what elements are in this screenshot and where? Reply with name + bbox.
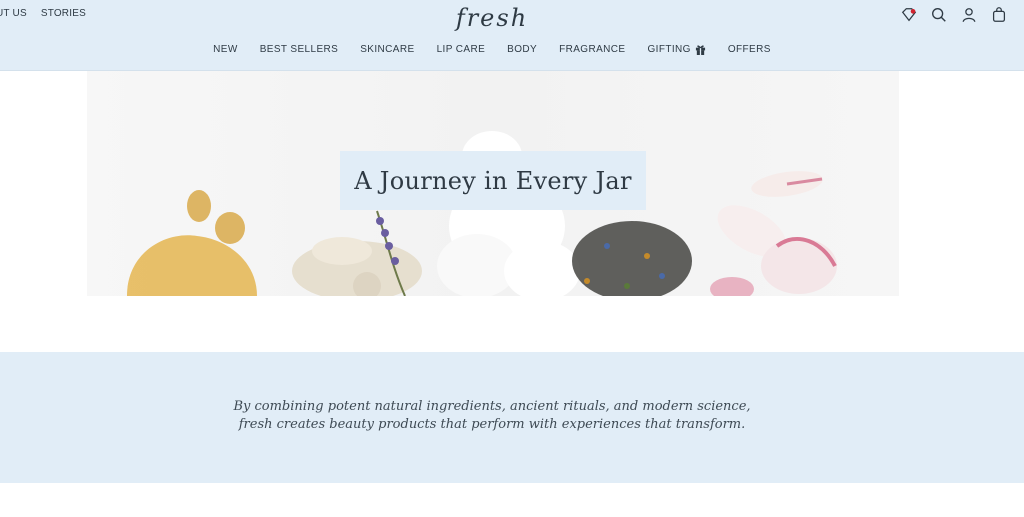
nav-item-gifting-label: GIFTING <box>647 44 691 55</box>
nav-item-skincare[interactable]: SKINCARE <box>360 44 414 55</box>
gift-icon <box>695 45 705 55</box>
main-nav: NEW BEST SELLERS SKINCARE LIP CARE BODY … <box>0 44 984 55</box>
site-header: UT USSTORIES fresh NEW BEST SELLERS SKIN… <box>0 0 1024 71</box>
loyalty-icon[interactable] <box>900 6 918 24</box>
hero-banner[interactable]: A Journey in Every Jar <box>87 71 899 296</box>
nav-item-offers[interactable]: OFFERS <box>728 44 771 55</box>
account-icon[interactable] <box>960 6 978 24</box>
hero-title: A Journey in Every Jar <box>354 166 632 195</box>
nav-item-lip-care[interactable]: LIP CARE <box>437 44 486 55</box>
nav-item-body[interactable]: BODY <box>507 44 537 55</box>
brand-logo[interactable]: fresh <box>0 4 984 32</box>
mission-section: By combining potent natural ingredients,… <box>0 352 1024 483</box>
mission-line-1: By combining potent natural ingredients,… <box>233 399 751 414</box>
nav-item-fragrance[interactable]: FRAGRANCE <box>559 44 625 55</box>
mission-statement: By combining potent natural ingredients,… <box>0 398 984 434</box>
below-fold-section <box>0 483 1024 517</box>
nav-item-gifting[interactable]: GIFTING <box>648 44 706 55</box>
hero-title-box: A Journey in Every Jar <box>340 151 646 210</box>
search-icon[interactable] <box>930 6 948 24</box>
nav-item-new[interactable]: NEW <box>213 44 238 55</box>
header-icons <box>900 6 1008 24</box>
mission-line-2: fresh creates beauty products that perfo… <box>238 417 746 432</box>
nav-item-best-sellers[interactable]: BEST SELLERS <box>260 44 339 55</box>
bag-icon[interactable] <box>990 6 1008 24</box>
